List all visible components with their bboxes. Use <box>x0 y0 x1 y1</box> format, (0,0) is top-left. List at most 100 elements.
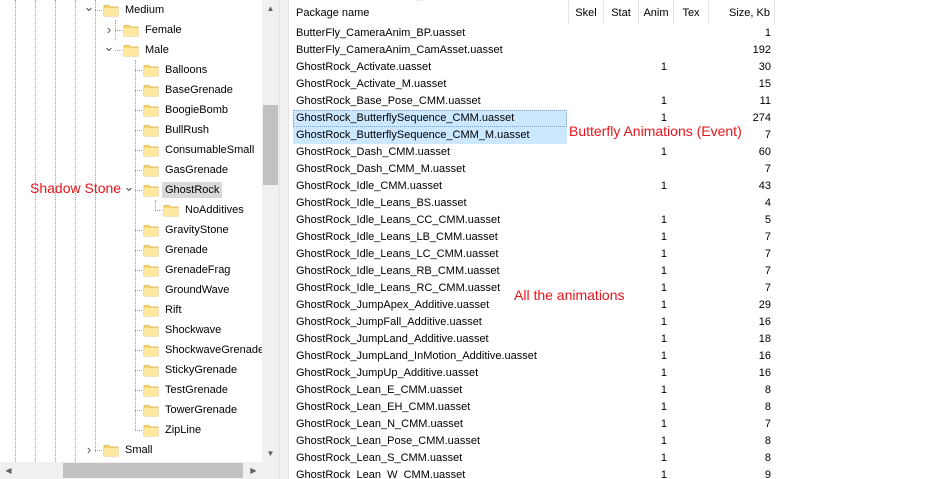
tree-item[interactable]: TowerGrenade <box>0 400 262 420</box>
table-row[interactable]: GhostRock_Lean_E_CMM.uasset 1 8 <box>289 382 779 399</box>
tree-item[interactable]: › Small <box>0 440 262 460</box>
anim-count-cell <box>639 42 667 59</box>
folder-icon <box>143 262 159 278</box>
tree-item[interactable]: GasGrenade <box>0 160 262 180</box>
chevron-down-icon[interactable]: ⌄ <box>123 180 135 200</box>
size-cell: 7 <box>764 265 771 277</box>
tree-item[interactable]: BullRush <box>0 120 262 140</box>
table-row[interactable]: GhostRock_Idle_CMM.uasset 1 43 <box>289 178 779 195</box>
tree-vertical-scroll-thumb[interactable] <box>263 105 278 185</box>
chevron-down-icon[interactable]: ⌄ <box>83 0 95 20</box>
tree-item[interactable]: Grenade <box>0 240 262 260</box>
size-cell: 30 <box>758 61 771 73</box>
folder-icon <box>143 342 159 358</box>
table-row[interactable]: GhostRock_Idle_Leans_RB_CMM.uasset 1 7 <box>289 263 779 280</box>
table-row[interactable]: GhostRock_Activate.uasset 1 30 <box>289 59 779 76</box>
list-header: Package name ^ Skel Stat Anim Tex Size, … <box>289 0 779 24</box>
column-header-anim[interactable]: Anim <box>639 0 674 24</box>
tree-item[interactable]: GravityStone <box>0 220 262 240</box>
package-list: ButterFly_CameraAnim_BP.uasset 1 ButterFly… <box>289 25 779 479</box>
package-name-cell: GhostRock_Activate.uasset <box>296 61 432 73</box>
table-row[interactable]: ButterFly_CameraAnim_CamAsset.uasset 192 <box>289 42 779 59</box>
scroll-up-arrow-icon[interactable]: ▲ <box>262 0 279 17</box>
tree-horizontal-scroll-thumb[interactable] <box>63 463 243 478</box>
scroll-left-arrow-icon[interactable]: ◀ <box>0 462 17 479</box>
anim-count-cell: 1 <box>660 367 667 379</box>
table-row[interactable]: GhostRock_JumpLand_Additive.uasset 1 18 <box>289 331 779 348</box>
column-header-package-name[interactable]: Package name <box>289 0 569 24</box>
tree-item-label: StickyGrenade <box>165 364 238 376</box>
column-header-stat[interactable]: Stat <box>604 0 639 24</box>
table-row[interactable]: GhostRock_JumpUp_Additive.uasset 1 16 <box>289 365 779 382</box>
table-row[interactable]: GhostRock_JumpLand_InMotion_Additive.uas… <box>289 348 779 365</box>
anim-count-cell: 1 <box>660 418 667 430</box>
table-row[interactable]: GhostRock_Dash_CMM_M.uasset 7 <box>289 161 779 178</box>
tree-item-label: BaseGrenade <box>165 84 233 96</box>
size-cell: 8 <box>764 452 771 464</box>
tree-item[interactable]: ConsumableSmall <box>0 140 262 160</box>
tree-item[interactable]: Balloons <box>0 60 262 80</box>
tree-vertical-scrollbar[interactable]: ▲ ▼ <box>262 0 279 462</box>
tree-item[interactable]: NoAdditives <box>0 200 262 220</box>
table-row[interactable]: GhostRock_Lean_W_CMM.uasset 1 9 <box>289 467 779 479</box>
table-row[interactable]: GhostRock_Lean_EH_CMM.uasset 1 8 <box>289 399 779 416</box>
package-list-pane: Package name ^ Skel Stat Anim Tex Size, … <box>289 0 929 479</box>
anim-count-cell: 1 <box>660 350 667 362</box>
table-row[interactable]: GhostRock_Dash_CMM.uasset 1 60 <box>289 144 779 161</box>
anim-count-cell <box>639 76 667 93</box>
tree-item[interactable]: ShockwaveGrenade <box>0 340 262 360</box>
folder-icon <box>163 202 179 218</box>
tree-item[interactable]: Shockwave <box>0 320 262 340</box>
anim-count-cell: 1 <box>660 61 667 73</box>
table-row[interactable]: GhostRock_Activate_M.uasset 15 <box>289 76 779 93</box>
tree-item[interactable]: GrenadeFrag <box>0 260 262 280</box>
tree-item[interactable]: BaseGrenade <box>0 80 262 100</box>
chevron-right-icon[interactable]: › <box>83 440 95 460</box>
tree-item[interactable]: ⌄ Male <box>0 40 262 60</box>
anim-count-cell: 1 <box>660 265 667 277</box>
scroll-right-arrow-icon[interactable]: ▶ <box>245 462 262 479</box>
tree-item-label: GrenadeFrag <box>165 264 231 276</box>
table-row[interactable]: GhostRock_Lean_S_CMM.uasset 1 8 <box>289 450 779 467</box>
size-cell: 4 <box>764 197 771 209</box>
package-name-cell: GhostRock_Lean_S_CMM.uasset <box>296 452 463 464</box>
table-row[interactable]: GhostRock_Idle_Leans_BS.uasset 4 <box>289 195 779 212</box>
anim-count-cell: 1 <box>660 214 667 226</box>
folder-icon <box>143 402 159 418</box>
tree-item-label: BoogieBomb <box>165 104 228 116</box>
tree-horizontal-scrollbar[interactable]: ◀ ▶ <box>0 462 262 479</box>
tree-item[interactable]: Rift <box>0 300 262 320</box>
tree-item[interactable]: BoogieBomb <box>0 100 262 120</box>
package-name-cell: GhostRock_Idle_CMM.uasset <box>296 180 443 192</box>
table-row[interactable]: GhostRock_JumpFall_Additive.uasset 1 16 <box>289 314 779 331</box>
size-cell: 16 <box>758 316 771 328</box>
pane-splitter[interactable] <box>279 0 289 479</box>
table-row[interactable]: GhostRock_Base_Pose_CMM.uasset 1 11 <box>289 93 779 110</box>
size-cell: 7 <box>764 163 771 175</box>
column-header-tex[interactable]: Tex <box>674 0 709 24</box>
folder-icon <box>143 322 159 338</box>
column-header-skel[interactable]: Skel <box>569 0 604 24</box>
file-browser-window: ⌄ Medium › Female ⌄ Male Balloons BaseGrenade Bo… <box>0 0 929 479</box>
tree-item[interactable]: TestGrenade <box>0 380 262 400</box>
table-row[interactable]: GhostRock_Idle_Leans_LC_CMM.uasset 1 7 <box>289 246 779 263</box>
tree-item[interactable]: GroundWave <box>0 280 262 300</box>
table-row[interactable]: ButterFly_CameraAnim_BP.uasset 1 <box>289 25 779 42</box>
chevron-right-icon[interactable]: › <box>103 20 115 40</box>
table-row[interactable]: GhostRock_Lean_Pose_CMM.uasset 1 8 <box>289 433 779 450</box>
tree-item[interactable]: StickyGrenade <box>0 360 262 380</box>
scroll-down-arrow-icon[interactable]: ▼ <box>262 445 279 462</box>
anim-count-cell: 1 <box>660 95 667 107</box>
table-row[interactable]: GhostRock_Lean_N_CMM.uasset 1 7 <box>289 416 779 433</box>
table-row[interactable]: GhostRock_Idle_Leans_LB_CMM.uasset 1 7 <box>289 229 779 246</box>
folder-icon <box>143 182 159 198</box>
folder-icon <box>143 222 159 238</box>
annotation-shadow-stone: Shadow Stone <box>30 180 122 196</box>
tree-item[interactable]: › Female <box>0 20 262 40</box>
tree-item[interactable]: ZipLine <box>0 420 262 440</box>
chevron-down-icon[interactable]: ⌄ <box>103 40 115 60</box>
tree-item-label: Rift <box>165 304 182 316</box>
column-header-size[interactable]: Size, Kb <box>709 0 775 24</box>
tree-item[interactable]: ⌄ Medium <box>0 0 262 20</box>
table-row[interactable]: GhostRock_Idle_Leans_CC_CMM.uasset 1 5 <box>289 212 779 229</box>
